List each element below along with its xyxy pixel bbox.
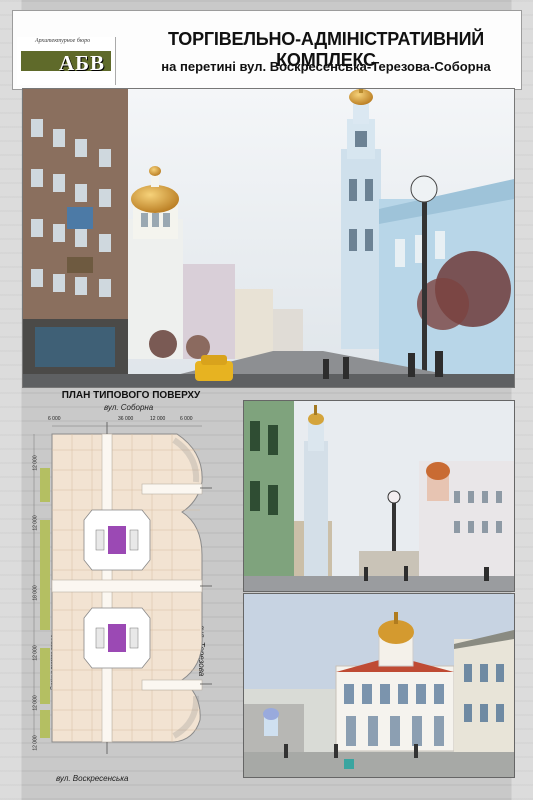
proposed-building-render bbox=[243, 593, 515, 778]
floor-plan-drawing bbox=[33, 422, 212, 754]
street-photo-bell-tower bbox=[243, 400, 515, 592]
logo-caption: Архитектурное бюро bbox=[35, 38, 91, 44]
logo: Архитектурное бюро АБВ bbox=[17, 37, 116, 85]
page-subtitle: на перетині вул. Воскресенська-Терезова-… bbox=[161, 59, 491, 74]
title-banner: Архитектурное бюро АБВ ТОРГІВЕЛЬНО-АДМІН… bbox=[12, 10, 522, 90]
floor-plan-panel: ПЛАН ТИПОВОГО ПОВЕРХУ вул. Соборна вул. … bbox=[22, 390, 240, 788]
logo-text: АБВ bbox=[59, 51, 106, 75]
street-panorama-photo bbox=[22, 88, 515, 388]
